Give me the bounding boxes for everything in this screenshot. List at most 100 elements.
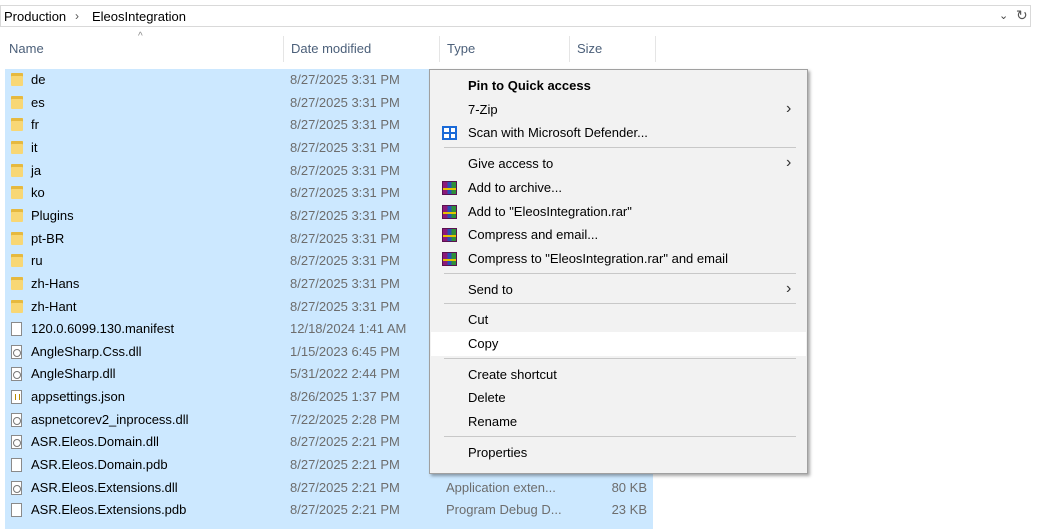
menu-item-send-to[interactable]: Send to › xyxy=(431,278,806,302)
file-date-modified: 8/27/2025 3:31 PM xyxy=(290,230,400,246)
winrar-icon xyxy=(442,180,457,195)
file-name: ja xyxy=(31,162,42,178)
menu-item-cut[interactable]: Cut xyxy=(431,308,806,332)
menu-item-create-shortcut[interactable]: Create shortcut xyxy=(431,363,806,387)
menu-item-label: Copy xyxy=(468,336,499,351)
file-size: 80 KB xyxy=(611,479,647,495)
address-bar[interactable]: Production › EleosIntegration ⌄ ↻ xyxy=(0,5,1031,27)
column-header-type[interactable]: Type xyxy=(447,41,475,56)
column-header-date-modified[interactable]: Date modified xyxy=(291,41,371,56)
menu-separator xyxy=(444,435,796,437)
folder-icon xyxy=(11,299,23,313)
file-name: AngleSharp.dll xyxy=(31,366,116,382)
column-divider[interactable] xyxy=(655,36,656,62)
defender-icon xyxy=(442,126,457,141)
menu-item-label: Compress to "EleosIntegration.rar" and e… xyxy=(468,250,728,266)
file-name: Plugins xyxy=(31,207,74,223)
file-date-modified: 1/15/2023 6:45 PM xyxy=(290,343,400,359)
winrar-icon xyxy=(442,204,457,219)
file-name: ru xyxy=(31,253,43,269)
menu-item-compress-and-email[interactable]: Compress and email... xyxy=(431,223,806,247)
menu-item-properties[interactable]: Properties xyxy=(431,441,806,465)
column-divider[interactable] xyxy=(283,36,284,62)
menu-item-label: Properties xyxy=(468,444,528,460)
menu-item-compress-to-eleosintegration-rar-and-email[interactable]: Compress to "EleosIntegration.rar" and e… xyxy=(431,247,806,271)
column-divider[interactable] xyxy=(439,36,440,62)
file-date-modified: 8/27/2025 2:21 PM xyxy=(290,457,400,473)
folder-icon xyxy=(11,163,23,177)
context-menu: Pin to Quick access 7-Zip › Scan with Micro… xyxy=(429,69,808,474)
file-date-modified: 8/27/2025 2:21 PM xyxy=(290,434,400,450)
chevron-right-icon: › xyxy=(786,99,792,117)
document-icon xyxy=(11,322,22,337)
file-date-modified: 8/27/2025 3:31 PM xyxy=(290,72,400,87)
dll-icon xyxy=(11,367,22,382)
breadcrumb-chevron-icon[interactable]: › xyxy=(75,9,79,23)
file-name: zh-Hans xyxy=(31,275,80,291)
menu-item-label: Cut xyxy=(468,312,489,328)
menu-item-label: Add to "EleosIntegration.rar" xyxy=(468,203,632,219)
file-type: Program Debug D... xyxy=(446,502,562,518)
menu-item-7-zip[interactable]: 7-Zip › xyxy=(431,98,806,122)
menu-item-label: Pin to Quick access xyxy=(468,78,591,93)
file-date-modified: 8/27/2025 3:31 PM xyxy=(290,94,400,110)
sort-ascending-icon: ^ xyxy=(138,31,143,42)
file-row[interactable]: ASR.Eleos.Extensions.pdb 8/27/2025 2:21 P… xyxy=(5,499,653,521)
file-size: 23 KB xyxy=(611,502,647,518)
chevron-right-icon: › xyxy=(786,279,792,297)
file-name: it xyxy=(31,139,38,155)
menu-item-label: Delete xyxy=(468,390,506,406)
winrar-icon xyxy=(442,251,457,266)
folder-icon xyxy=(11,118,23,132)
folder-icon xyxy=(11,254,23,268)
file-name: ko xyxy=(31,185,45,201)
menu-item-delete[interactable]: Delete xyxy=(431,386,806,410)
menu-item-add-to-eleosintegration-rar[interactable]: Add to "EleosIntegration.rar" xyxy=(431,200,806,224)
file-name: es xyxy=(31,94,45,110)
menu-separator xyxy=(444,357,796,359)
file-row[interactable]: ASR.Eleos.Extensions.dll 8/27/2025 2:21 P… xyxy=(5,477,653,499)
file-date-modified: 8/27/2025 3:31 PM xyxy=(290,139,400,155)
column-header-name[interactable]: Name xyxy=(9,41,44,56)
file-date-modified: 8/26/2025 1:37 PM xyxy=(290,389,400,405)
file-date-modified: 8/27/2025 3:31 PM xyxy=(290,275,400,291)
column-header-size[interactable]: Size xyxy=(577,41,602,56)
dll-icon xyxy=(11,412,22,427)
file-name: pt-BR xyxy=(31,230,65,246)
breadcrumb-eleosintegration[interactable]: EleosIntegration xyxy=(92,9,186,24)
file-type: Application exten... xyxy=(446,479,556,495)
file-date-modified: 8/27/2025 3:31 PM xyxy=(290,162,400,178)
menu-item-pin-to-quick-access[interactable]: Pin to Quick access xyxy=(431,74,806,98)
column-divider[interactable] xyxy=(569,36,570,62)
menu-item-copy[interactable]: Copy xyxy=(431,332,806,356)
file-date-modified: 8/27/2025 2:21 PM xyxy=(290,479,400,495)
folder-icon xyxy=(11,208,23,222)
chevron-down-icon[interactable]: ⌄ xyxy=(999,9,1008,22)
menu-item-rename[interactable]: Rename xyxy=(431,410,806,434)
file-name: ASR.Eleos.Extensions.pdb xyxy=(31,502,187,518)
file-name: 120.0.6099.130.manifest xyxy=(31,321,175,337)
dll-icon xyxy=(11,435,22,450)
folder-icon xyxy=(11,140,23,154)
file-name: ASR.Eleos.Domain.dll xyxy=(31,434,159,450)
refresh-icon[interactable]: ↻ xyxy=(1016,7,1028,24)
menu-separator xyxy=(444,272,796,274)
menu-item-give-access-to[interactable]: Give access to › xyxy=(431,152,806,176)
file-name: fr xyxy=(31,117,39,133)
file-name: appsettings.json xyxy=(31,389,125,405)
menu-item-label: Give access to xyxy=(468,156,554,172)
file-name: de xyxy=(31,72,46,87)
winrar-icon xyxy=(442,228,457,243)
breadcrumb-production[interactable]: Production xyxy=(4,9,66,24)
menu-item-label: Create shortcut xyxy=(468,366,557,382)
menu-separator xyxy=(444,147,796,149)
folder-icon xyxy=(11,73,23,86)
chevron-right-icon: › xyxy=(786,154,792,172)
file-name: zh-Hant xyxy=(31,298,77,314)
menu-item-add-to-archive[interactable]: Add to archive... xyxy=(431,176,806,200)
file-name: ASR.Eleos.Domain.pdb xyxy=(31,457,168,473)
menu-item-label: Add to archive... xyxy=(468,179,562,195)
file-date-modified: 8/27/2025 3:31 PM xyxy=(290,207,400,223)
menu-item-scan-with-microsoft-defender[interactable]: Scan with Microsoft Defender... xyxy=(431,121,806,145)
file-date-modified: 8/27/2025 3:31 PM xyxy=(290,253,400,269)
